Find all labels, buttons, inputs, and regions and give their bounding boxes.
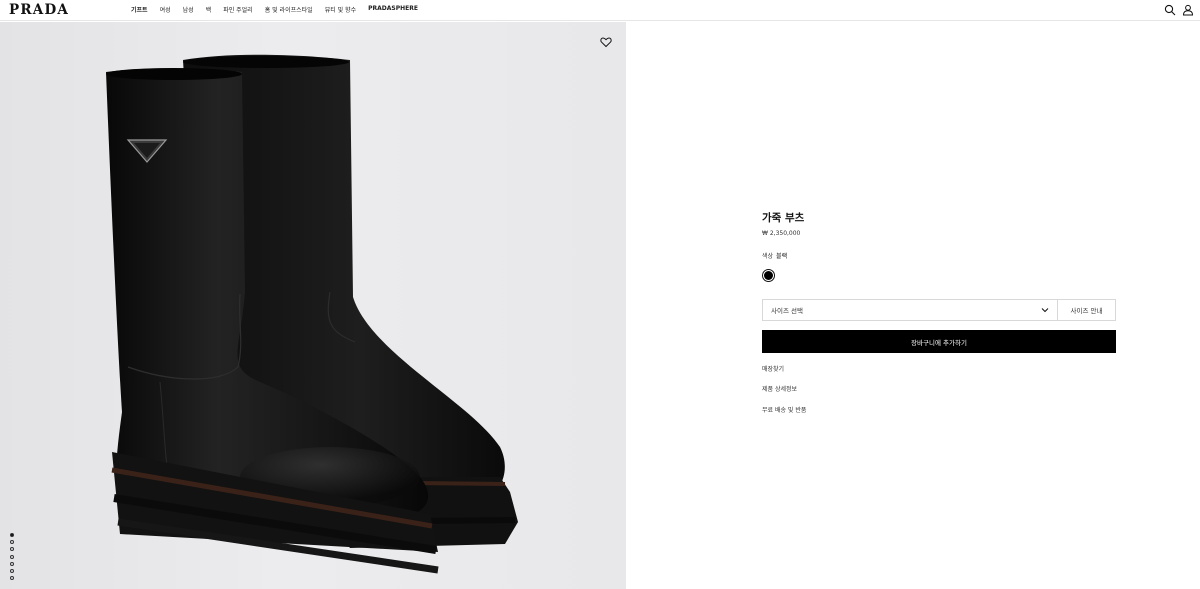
user-icon[interactable] [1182, 4, 1194, 16]
top-bar: PRADA 기프트 여성 남성 백 파인 주얼리 홈 및 라이프스타일 뷰티 및… [0, 0, 1200, 21]
nav-item-bags[interactable]: 백 [206, 5, 212, 14]
gallery-dot[interactable] [10, 568, 14, 573]
nav-item-home-lifestyle[interactable]: 홈 및 라이프스타일 [265, 5, 313, 14]
free-shipping-returns-link[interactable]: 무료 배송 및 반품 [762, 405, 806, 414]
search-icon[interactable] [1164, 4, 1176, 16]
gallery-dot[interactable] [10, 554, 14, 559]
size-guide-button[interactable]: 사이즈 안내 [1058, 299, 1116, 321]
size-select-label: 사이즈 선택 [771, 307, 803, 315]
size-row: 사이즈 선택 사이즈 안내 [762, 299, 1116, 321]
prada-logo[interactable]: PRADA [9, 2, 69, 18]
heart-icon[interactable] [600, 36, 612, 48]
store-locator-link[interactable]: 매장찾기 [762, 364, 784, 373]
nav-item-fine-jewelry[interactable]: 파인 주얼리 [223, 5, 253, 14]
product-info-panel: 가죽 부츠 ₩ 2,350,000 색상 블랙 사이즈 선택 사이즈 안내 장바구… [762, 210, 1116, 414]
gallery-dot[interactable] [10, 540, 14, 545]
nav-item-men[interactable]: 남성 [183, 5, 194, 14]
header-actions [1164, 4, 1194, 16]
color-value: 블랙 [776, 253, 788, 260]
chevron-down-icon [1041, 308, 1049, 313]
gallery-dot[interactable] [10, 547, 14, 552]
gallery-dot[interactable] [10, 576, 14, 581]
product-image [106, 54, 518, 574]
add-to-cart-button[interactable]: 장바구니에 추가하기 [762, 330, 1116, 353]
main-nav: 기프트 여성 남성 백 파인 주얼리 홈 및 라이프스타일 뷰티 및 향수 PR… [131, 5, 430, 14]
nav-item-beauty-fragrance[interactable]: 뷰티 및 향수 [325, 5, 356, 14]
gallery-dot[interactable] [10, 533, 14, 537]
color-label: 색상 [762, 253, 774, 260]
product-price: ₩ 2,350,000 [762, 230, 801, 237]
color-row: 색상 블랙 [762, 251, 787, 260]
product-title: 가죽 부츠 [762, 212, 805, 224]
gallery-pagination [10, 533, 14, 581]
color-swatch-black[interactable] [762, 269, 775, 282]
product-image-gallery[interactable] [0, 22, 626, 589]
nav-item-gift[interactable]: 기프트 [131, 5, 148, 14]
size-select[interactable]: 사이즈 선택 [762, 299, 1058, 321]
nav-item-women[interactable]: 여성 [160, 5, 171, 14]
gallery-dot[interactable] [10, 561, 14, 566]
nav-item-pradasphere[interactable]: PRADASPHERE [368, 5, 418, 14]
product-details-link[interactable]: 제품 상세정보 [762, 384, 797, 393]
